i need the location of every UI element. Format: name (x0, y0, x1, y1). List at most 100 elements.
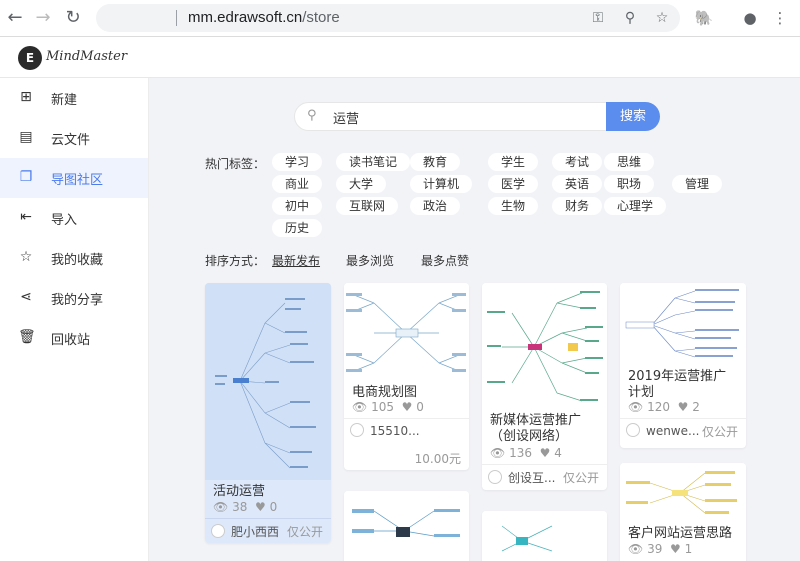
card-title: 活动运营 (213, 484, 266, 499)
evernote-extension-icon[interactable]: 🐘 (694, 8, 714, 28)
tag-chip[interactable]: 思维 (604, 153, 654, 171)
tag-chip[interactable]: 大学 (336, 175, 386, 193)
url-domain: mm.edrawsoft.cn (188, 9, 303, 26)
zoom-icon[interactable]: ⚲ (622, 10, 638, 26)
tag-chip[interactable]: 考试 (552, 153, 602, 171)
sort-option-most-liked[interactable]: 最多点赞 (421, 252, 469, 269)
sidebar-item-label: 我的分享 (51, 293, 104, 308)
menu-kebab-icon[interactable]: ⋮ (770, 8, 790, 28)
sort-option-most-viewed[interactable]: 最多浏览 (346, 252, 394, 269)
tag-chip[interactable]: 互联网 (336, 197, 398, 215)
heart-icon: ♥ (539, 446, 551, 460)
tag-chip[interactable]: 初中 (272, 197, 322, 215)
eye-icon: 👁 (490, 446, 506, 460)
tag-chip[interactable]: 学习 (272, 153, 322, 171)
sidebar-item-favorites[interactable]: ☆ 我的收藏 (0, 238, 148, 278)
view-count: 39 (647, 542, 663, 556)
card-author[interactable]: 肥小西西 (211, 523, 279, 540)
search-value: 运营 (333, 112, 360, 127)
tag-chip[interactable]: 职场 (604, 175, 654, 193)
tag-chip[interactable]: 历史 (272, 219, 322, 237)
search-button[interactable]: 搜索 (606, 102, 660, 131)
mindmap-card[interactable]: 新媒体运营推广（创设网络） 👁 136 ♥ 4 创设互... 仅公开 (482, 283, 607, 490)
mindmap-card[interactable]: 活动运营 👁 38 ♥ 0 肥小西西 仅公开 (205, 283, 331, 543)
forward-icon[interactable]: → (32, 7, 54, 29)
avatar (350, 423, 364, 437)
sidebar-item-label: 我的收藏 (51, 253, 104, 268)
avatar (488, 470, 502, 484)
like-count: 2 (692, 400, 700, 414)
mindmap-thumbnail (344, 283, 469, 383)
mindmap-card[interactable]: 2019年运营推广计划 👁 120 ♥ 2 wenwe... 仅公开 (620, 283, 746, 448)
tag-chip[interactable]: 学生 (488, 153, 538, 171)
sort-option-newest[interactable]: 最新发布 (272, 252, 320, 269)
avatar (626, 423, 640, 437)
tag-chip[interactable]: 心理学 (604, 197, 666, 215)
key-icon[interactable]: ⚿ (590, 10, 606, 26)
like-count: 0 (269, 500, 278, 514)
cloud-file-icon: ▤ (19, 129, 33, 145)
sidebar-item-new[interactable]: ⊞ 新建 (0, 78, 148, 118)
tag-chip[interactable]: 计算机 (410, 175, 472, 193)
tag-chip[interactable]: 教育 (410, 153, 460, 171)
mindmap-thumbnail (482, 283, 607, 409)
bookmark-star-icon[interactable]: ☆ (654, 10, 670, 26)
plus-square-icon: ⊞ (20, 89, 32, 105)
mindmap-card[interactable]: 客户网站运营思路 👁 39 ♥ 1 (620, 463, 746, 561)
community-icon: ❐ (19, 169, 33, 185)
mindmap-thumbnail (205, 283, 331, 480)
card-author[interactable]: 创设互... (488, 469, 555, 486)
card-title: 2019年运营推广计划 (628, 369, 727, 400)
heart-icon: ♥ (254, 500, 266, 514)
url-path: /store (302, 9, 340, 26)
tag-chip[interactable]: 财务 (552, 197, 602, 215)
card-stats: 👁 39 ♥ 1 (628, 542, 692, 556)
heart-icon: ♥ (669, 542, 681, 556)
search-input[interactable]: ⚲ 运营 (294, 102, 608, 131)
share-icon: ⋖ (20, 289, 32, 305)
sidebar-item-shares[interactable]: ⋖ 我的分享 (0, 278, 148, 318)
card-divider (482, 464, 607, 465)
app-header: E MindMaster (0, 37, 800, 78)
tag-chip[interactable]: 政治 (410, 197, 460, 215)
mindmap-thumbnail (620, 283, 746, 363)
address-bar[interactable]: mm.edrawsoft.cn/store ⚿ ⚲ ☆ (96, 4, 680, 32)
url-text[interactable]: mm.edrawsoft.cn/store (188, 9, 340, 26)
tag-chip[interactable]: 管理 (672, 175, 722, 193)
heart-icon: ♥ (677, 400, 689, 414)
browser-toolbar: ← → ↻ mm.edrawsoft.cn/store ⚿ ⚲ ☆ 🐘 ● ⋮ (0, 0, 800, 37)
sidebar-item-trash[interactable]: 🗑 回收站 (0, 318, 148, 358)
like-count: 4 (554, 446, 562, 460)
mindmap-thumbnail (482, 511, 607, 561)
sidebar: ⊞ 新建 ▤ 云文件 ❐ 导图社区 ⇤ 导入 ☆ 我的收藏 ⋖ 我的分享 🗑 回… (0, 78, 149, 561)
mindmap-card[interactable] (482, 511, 607, 561)
mindmap-card[interactable] (344, 491, 469, 561)
author-name: 创设互... (508, 471, 556, 485)
eye-icon: 👁 (352, 400, 368, 414)
card-title: 客户网站运营思路 (628, 526, 733, 541)
card-author[interactable]: 15510... (350, 423, 420, 438)
tag-chip[interactable]: 生物 (488, 197, 538, 215)
sidebar-item-community[interactable]: ❐ 导图社区 (0, 158, 148, 198)
tag-chip[interactable]: 读书笔记 (336, 153, 410, 171)
sidebar-item-cloud-files[interactable]: ▤ 云文件 (0, 118, 148, 158)
trash-icon: 🗑 (18, 329, 36, 345)
logo-text: MindMaster (46, 49, 128, 64)
mindmap-card[interactable]: 电商规划图 👁 105 ♥ 0 15510... 10.00元 (344, 283, 469, 470)
back-icon[interactable]: ← (4, 7, 26, 29)
author-name: wenwe... (646, 424, 700, 438)
view-count: 120 (647, 400, 670, 414)
account-icon[interactable]: ● (740, 8, 760, 28)
tag-chip[interactable]: 商业 (272, 175, 322, 193)
reload-icon[interactable]: ↻ (62, 7, 84, 29)
visibility-label: 仅公开 (562, 471, 599, 485)
sidebar-item-import[interactable]: ⇤ 导入 (0, 198, 148, 238)
tag-chip[interactable]: 英语 (552, 175, 602, 193)
card-divider (344, 418, 469, 419)
view-count: 105 (371, 400, 394, 414)
tag-chip[interactable]: 医学 (488, 175, 538, 193)
card-title: 电商规划图 (352, 385, 418, 400)
card-author[interactable]: wenwe... (626, 423, 699, 438)
eye-icon: 👁 (628, 542, 644, 556)
card-title: 新媒体运营推广（创设网络） (490, 413, 582, 444)
